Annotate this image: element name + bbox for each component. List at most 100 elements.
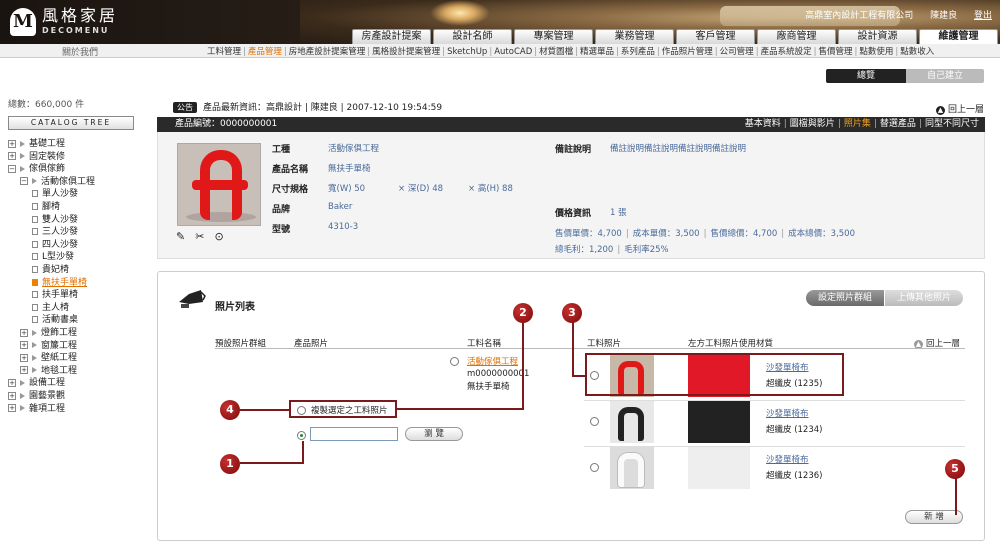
expand-icon[interactable]: + xyxy=(8,404,16,413)
logo-icon: M xyxy=(10,8,36,36)
material-category-link[interactable]: 活動傢俱工程 xyxy=(467,355,518,367)
subnav-item[interactable]: AutoCAD xyxy=(494,47,532,57)
tree-item[interactable]: 扶手單椅 xyxy=(32,289,78,301)
subnav-item[interactable]: 系列產品 xyxy=(621,47,655,57)
expand-icon[interactable]: + xyxy=(8,378,16,387)
own-created-tab[interactable]: 自己建立 xyxy=(906,69,984,83)
material-row-radio[interactable] xyxy=(590,417,599,426)
tree-item[interactable]: + 壁紙工程 xyxy=(20,352,77,364)
material-thumbnail xyxy=(610,401,654,443)
material-radio[interactable] xyxy=(450,357,459,366)
tab-house-design[interactable]: 房產設計提案 xyxy=(352,29,431,44)
tree-item[interactable]: 三人沙發 xyxy=(32,226,78,238)
material-row-name[interactable]: 沙發單椅布 xyxy=(766,453,809,465)
product-link[interactable]: 同型不同尺寸 xyxy=(925,119,979,129)
tab-designers[interactable]: 設計名師 xyxy=(433,29,512,44)
subnav-item[interactable]: SketchUp xyxy=(447,47,487,57)
subnav-item[interactable]: 工料管理 xyxy=(207,47,241,57)
subnav-item[interactable]: 作品照片管理 xyxy=(662,47,713,57)
expand-icon[interactable]: + xyxy=(20,366,28,375)
product-link[interactable]: 基本資料 xyxy=(745,119,781,129)
tree-item[interactable]: − 傢俱傢飾 xyxy=(8,163,65,175)
callout-line-2v xyxy=(522,321,524,409)
edit-icon[interactable]: ✎ xyxy=(176,230,185,243)
play-icon[interactable]: ⊙ xyxy=(214,230,223,243)
expand-icon[interactable]: + xyxy=(20,328,28,337)
upload-photo-button[interactable]: 上傳其他照片 xyxy=(885,290,963,306)
tree-item[interactable]: 單人沙發 xyxy=(32,188,78,200)
tree-item[interactable]: 活動書桌 xyxy=(32,314,78,326)
product-link[interactable]: 照片集 xyxy=(844,119,871,129)
tree-item[interactable]: + 固定裝修 xyxy=(8,151,65,163)
tab-projects[interactable]: 專案管理 xyxy=(514,29,593,44)
subnav-item[interactable]: 風格設計提案管理 xyxy=(372,47,440,57)
tree-item[interactable]: + 地毯工程 xyxy=(20,365,77,377)
tree-item[interactable]: + 園藝景觀 xyxy=(8,390,65,402)
tree-item[interactable]: 貴妃椅 xyxy=(32,264,69,276)
tree-item[interactable]: + 窗簾工程 xyxy=(20,340,77,352)
catalog-tree-header[interactable]: CATALOG TREE xyxy=(8,116,134,130)
callout-2: 2 xyxy=(513,303,533,323)
expand-icon[interactable]: + xyxy=(20,341,28,350)
material-row-radio[interactable] xyxy=(590,463,599,472)
collapse-icon[interactable]: − xyxy=(8,164,16,173)
price-item: 成本單價：3,500 xyxy=(632,229,700,239)
subnav-item[interactable]: 材質圖檔 xyxy=(539,47,573,57)
subnav-item[interactable]: 售價管理 xyxy=(818,47,852,57)
header-rule xyxy=(215,348,965,349)
tab-resources[interactable]: 設計資源 xyxy=(838,29,917,44)
callout-3: 3 xyxy=(562,303,582,323)
value-model: 4310-3 xyxy=(328,222,359,232)
back-link-top[interactable]: ▲ 回上一層 xyxy=(935,102,984,115)
subnav-item[interactable]: 精選單品 xyxy=(580,47,614,57)
tree-item[interactable]: − 活動傢俱工程 xyxy=(20,176,95,188)
expand-icon[interactable]: + xyxy=(8,139,16,148)
tree-item[interactable]: 雙人沙發 xyxy=(32,214,78,226)
product-link[interactable]: 替選產品 xyxy=(880,119,916,129)
user-name[interactable]: 陳建良 xyxy=(930,11,957,21)
tree-item[interactable]: 無扶手單椅 xyxy=(32,277,87,289)
collapse-icon[interactable]: − xyxy=(20,177,28,186)
label-brand: 品牌 xyxy=(272,205,291,215)
news-text: 產品最新資訊：高鼎設計 | 陳建良 | 2007-12-10 19:54:59 xyxy=(203,103,443,113)
material-row-name[interactable]: 沙發單椅布 xyxy=(766,407,809,419)
link-separator: | xyxy=(918,119,922,129)
expand-icon[interactable]: + xyxy=(8,391,16,400)
browse-button[interactable]: 瀏 覽 xyxy=(405,427,463,441)
tree-item[interactable]: + 燈飾工程 xyxy=(20,327,77,339)
subnav-item[interactable]: 點數使用 xyxy=(859,47,893,57)
subnav-item[interactable]: 產品系統設定 xyxy=(761,47,812,57)
tree-item[interactable]: 主人椅 xyxy=(32,302,69,314)
product-link[interactable]: 圖檔與影片 xyxy=(790,119,835,129)
subnav-item[interactable]: 產品管理 xyxy=(248,47,282,57)
overview-tab[interactable]: 總覽 xyxy=(826,69,906,83)
about-link[interactable]: 關於我們 xyxy=(62,45,98,58)
subnav-item[interactable]: 點數收入 xyxy=(900,47,934,57)
folder-icon xyxy=(32,342,37,349)
tab-maintenance[interactable]: 維護管理 xyxy=(919,29,998,44)
subnav-item[interactable]: 房地產設計提案管理 xyxy=(289,47,366,57)
delete-icon[interactable]: ✂ xyxy=(195,230,204,243)
tab-vendors[interactable]: 廠商管理 xyxy=(757,29,836,44)
tree-item-label: 燈飾工程 xyxy=(41,328,78,338)
callout-line-1h xyxy=(240,462,304,464)
tree-item-label: 活動傢俱工程 xyxy=(41,176,96,187)
upload-option-radio[interactable] xyxy=(297,431,306,440)
file-path-input[interactable] xyxy=(310,427,398,441)
set-photo-group-button[interactable]: 設定照片群組 xyxy=(806,290,884,306)
expand-icon[interactable]: + xyxy=(8,152,16,161)
expand-icon[interactable]: + xyxy=(20,353,28,362)
tree-item[interactable]: L型沙發 xyxy=(32,251,74,263)
tree-item[interactable]: + 雜項工程 xyxy=(8,403,65,415)
tree-item[interactable]: + 基礎工程 xyxy=(8,138,65,150)
tree-item[interactable]: 腳椅 xyxy=(32,201,60,213)
tree-item[interactable]: + 設備工程 xyxy=(8,377,65,389)
price-item: 成本總價：3,500 xyxy=(788,229,855,239)
tab-customers[interactable]: 客戶管理 xyxy=(676,29,755,44)
tab-business[interactable]: 業務管理 xyxy=(595,29,674,44)
logout-link[interactable]: 登出 xyxy=(974,11,992,21)
tree-item-label: 三人沙發 xyxy=(42,227,79,238)
chair-shape xyxy=(618,453,644,487)
tree-item[interactable]: 四人沙發 xyxy=(32,239,78,251)
subnav-item[interactable]: 公司管理 xyxy=(720,47,754,57)
